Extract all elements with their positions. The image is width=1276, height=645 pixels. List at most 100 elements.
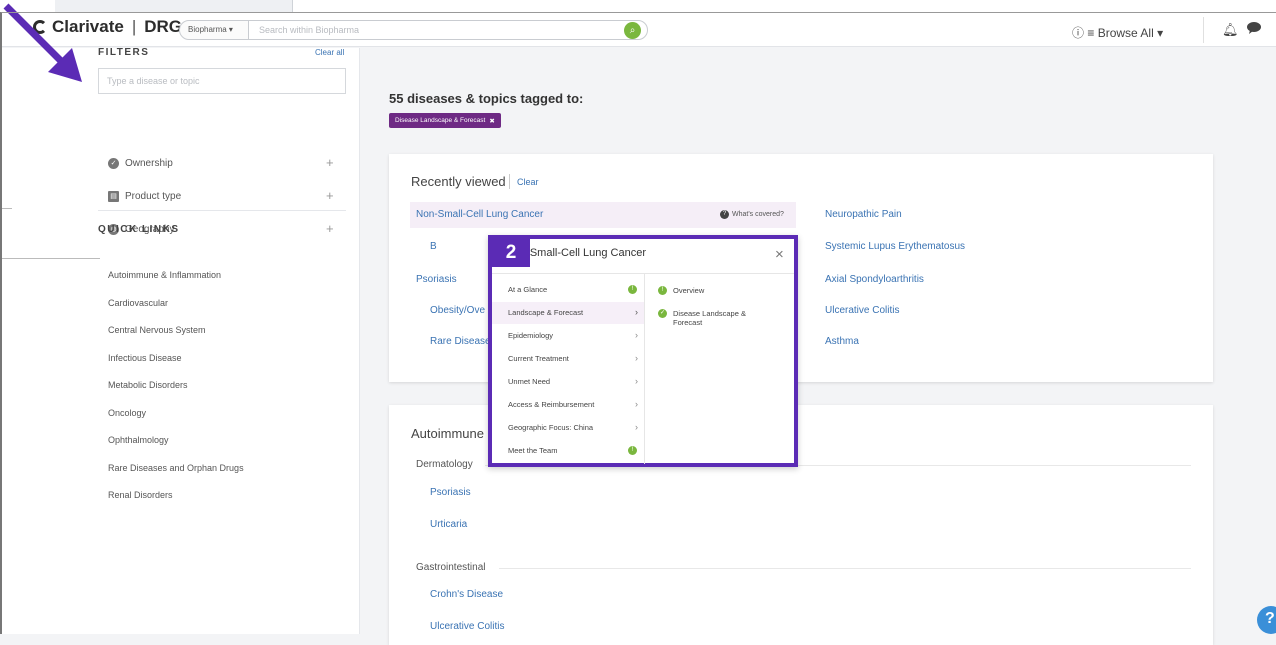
menu-label: Geographic Focus: China (508, 423, 594, 432)
check-circle-icon: ✓ (108, 158, 119, 169)
sidebar (2, 48, 360, 634)
group-heading: Dermatology (416, 459, 473, 470)
sub-label: Disease Landscape & Forecast (673, 309, 746, 327)
quick-link[interactable]: Infectious Disease (108, 353, 182, 363)
popup-menu-item[interactable]: Geographic Focus: China › (492, 417, 644, 439)
step-badge: 2 (492, 239, 530, 267)
whats-covered-popup: × At a Glance ! Landscape & Forecast › E… (488, 235, 798, 467)
info-icon: ! (658, 286, 667, 295)
chat-icon[interactable] (1247, 22, 1261, 37)
annotation-arrow-icon (3, 3, 82, 82)
menu-label: At a Glance (508, 285, 548, 294)
facet-ownership[interactable]: ✓ Ownership (108, 158, 173, 169)
facet-label: Product type (125, 191, 182, 202)
chevron-right-icon: › (635, 307, 638, 317)
popup-sub-item[interactable]: ✓ Disease Landscape & Forecast (658, 309, 768, 327)
browse-all-menu[interactable]: ⓘ ≡ Browse All ▾ (1072, 24, 1163, 41)
category-heading: Autoimmune & (411, 426, 497, 441)
recent-item[interactable]: B (430, 241, 437, 252)
chevron-right-icon: › (635, 353, 638, 363)
chevron-down-icon: ▾ (228, 25, 233, 34)
quick-link[interactable]: Cardiovascular (108, 298, 168, 308)
quick-links-heading: QUICK LINKS (98, 224, 180, 235)
chevron-right-icon: › (635, 376, 638, 386)
menu-label: Meet the Team (508, 446, 558, 455)
recent-item[interactable]: Neuropathic Pain (825, 209, 902, 220)
question-icon: ? (720, 210, 729, 219)
topic-link[interactable]: Crohn's Disease (430, 589, 503, 600)
check-circle-icon: ✓ (658, 309, 667, 318)
search-icon[interactable]: ⌕ (624, 22, 641, 39)
recent-item[interactable]: Obesity/Ove (430, 305, 485, 316)
plus-icon[interactable]: + (326, 155, 334, 170)
facet-product-type[interactable]: ▤ Product type (108, 191, 181, 202)
heading-separator (509, 174, 510, 189)
help-button[interactable]: ? (1257, 606, 1276, 634)
quick-link[interactable]: Rare Diseases and Orphan Drugs (108, 463, 244, 473)
menu-label: Epidemiology (508, 331, 554, 340)
recent-item[interactable]: Axial Spondyloarthritis (825, 274, 924, 285)
info-icon[interactable]: ⓘ (1072, 26, 1084, 40)
facet-label: Ownership (125, 158, 173, 169)
hamburger-icon: ≡ (1087, 26, 1095, 40)
clear-recent-link[interactable]: Clear (517, 177, 539, 187)
whats-covered-link[interactable]: ? What's covered? (720, 210, 784, 219)
recent-item[interactable]: Asthma (825, 336, 859, 347)
bell-icon[interactable]: 🔔︎ (1222, 22, 1239, 38)
recent-item[interactable]: Systemic Lupus Erythematosus (825, 241, 965, 252)
quick-link[interactable]: Oncology (108, 408, 146, 418)
frame-divider (2, 258, 100, 259)
disease-filter-input[interactable] (98, 68, 346, 94)
topic-link[interactable]: Psoriasis (430, 487, 471, 498)
clear-all-link[interactable]: Clear all (315, 48, 344, 57)
info-icon: ! (628, 446, 637, 455)
quick-link[interactable]: Renal Disorders (108, 490, 173, 500)
popup-menu-item[interactable]: Current Treatment › (492, 348, 644, 370)
chevron-right-icon: › (635, 330, 638, 340)
plus-icon[interactable]: + (326, 221, 334, 236)
topic-link[interactable]: Ulcerative Colitis (430, 621, 504, 632)
scope-selector-label: Biopharma (188, 25, 227, 34)
recent-item[interactable]: Rare Disease (430, 336, 491, 347)
quick-link[interactable]: Central Nervous System (108, 325, 206, 335)
frame-divider (2, 208, 12, 209)
quick-link[interactable]: Ophthalmology (108, 435, 169, 445)
popup-menu-item[interactable]: Access & Reimbursement › (492, 394, 644, 416)
arrow-shaft (3, 3, 69, 69)
active-tag-chip[interactable]: Disease Landscape & Forecast ✖ (389, 113, 501, 128)
brand-suffix: DRG (144, 17, 183, 36)
popup-menu-item[interactable]: Meet the Team ! (492, 440, 644, 462)
quick-link[interactable]: Metabolic Disorders (108, 380, 188, 390)
group-heading: Gastrointestinal (416, 562, 486, 573)
popup-menu-item[interactable]: At a Glance ! (492, 279, 644, 301)
search-input[interactable] (248, 20, 648, 40)
popup-menu-item[interactable]: Epidemiology › (492, 325, 644, 347)
recent-item[interactable]: Psoriasis (416, 274, 457, 285)
browse-all-label: Browse All (1097, 26, 1154, 40)
popup-sub-item[interactable]: ! Overview (658, 286, 768, 295)
whats-covered-label: What's covered? (732, 211, 784, 218)
recent-item[interactable]: Ulcerative Colitis (825, 305, 899, 316)
popup-menu-item[interactable]: Landscape & Forecast › (492, 302, 644, 324)
close-icon[interactable]: × (775, 247, 784, 262)
popup-divider (492, 273, 794, 274)
close-icon[interactable]: ✖ (489, 117, 494, 125)
menu-label: Unmet Need (508, 377, 551, 386)
group-rule (499, 568, 1191, 569)
results-heading: 55 diseases & topics tagged to: (389, 91, 584, 106)
topic-link[interactable]: Urticaria (430, 519, 467, 530)
tag-label: Disease Landscape & Forecast (395, 117, 486, 124)
menu-label: Landscape & Forecast (508, 308, 584, 317)
chevron-down-icon: ▾ (1157, 26, 1164, 40)
top-header: Clarivate | DRG Biopharma ▾ ⌕ ⓘ ≡ Browse… (2, 13, 1276, 47)
popup-menu-item[interactable]: Unmet Need › (492, 371, 644, 393)
header-divider (1203, 17, 1204, 43)
filters-heading: FILTERS (98, 47, 150, 58)
brand-separator: | (131, 17, 137, 36)
menu-label: Access & Reimbursement (508, 400, 595, 409)
recently-viewed-heading: Recently viewed (411, 174, 506, 189)
scope-selector[interactable]: Biopharma ▾ (179, 20, 249, 40)
recent-item[interactable]: Non-Small-Cell Lung Cancer (416, 209, 543, 220)
quick-link[interactable]: Autoimmune & Inflammation (108, 270, 221, 280)
plus-icon[interactable]: + (326, 188, 334, 203)
